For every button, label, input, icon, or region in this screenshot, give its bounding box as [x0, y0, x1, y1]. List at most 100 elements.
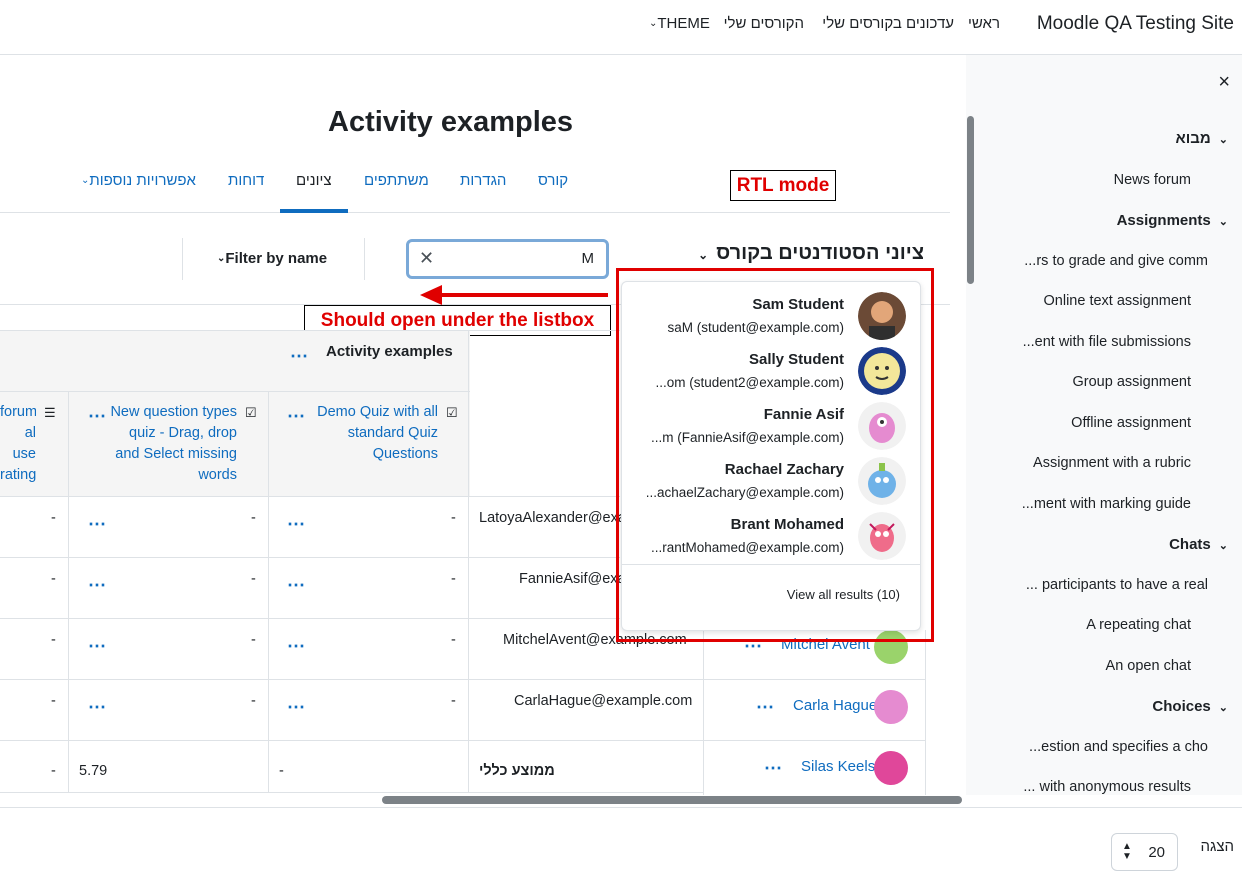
drawer-item-choice-1[interactable]: ...estion and specifies a cho	[1029, 739, 1208, 755]
grade-report-title: ציוני הסטודנטים בקורס	[716, 242, 924, 264]
toolbar-divider	[182, 238, 183, 280]
drawer-item-news[interactable]: News forum	[1114, 172, 1191, 188]
column-demo-quiz[interactable]: Demo Quiz with all standard Quiz Questio…	[302, 402, 438, 465]
tab-participants[interactable]: משתתפים	[364, 172, 429, 189]
rtl-mode-annotation: RTL mode	[730, 170, 836, 201]
section-choices[interactable]: Choices ⌄	[1152, 698, 1228, 715]
nav-course-updates[interactable]: עדכונים בקורסים שלי	[822, 15, 954, 32]
cell-actions-menu[interactable]: ⋯	[287, 636, 306, 657]
grade-cell[interactable]: -	[251, 632, 256, 648]
clear-icon[interactable]: ✕	[419, 248, 434, 269]
close-icon[interactable]: ×	[1218, 71, 1230, 94]
tab-more-label: אפשרויות נוספות	[89, 172, 196, 189]
section-intro-label: מבוא	[1175, 130, 1211, 147]
grade-cell[interactable]: -	[51, 693, 56, 709]
avatar	[874, 690, 908, 724]
cell-actions-menu[interactable]: ⋯	[88, 636, 107, 657]
user-name-link[interactable]: Carla Hague	[793, 697, 877, 714]
user-actions-menu[interactable]: ⋯	[756, 697, 775, 718]
grade-cell[interactable]: -	[451, 571, 456, 587]
cell-actions-menu[interactable]: ⋯	[287, 697, 306, 718]
cell-actions-menu[interactable]: ⋯	[287, 575, 306, 596]
nav-home[interactable]: ראשי	[968, 15, 1000, 32]
avatar	[874, 751, 908, 785]
tab-settings[interactable]: הגדרות	[460, 172, 506, 189]
toolbar-divider	[364, 238, 365, 280]
nav-my-courses[interactable]: הקורסים שלי	[724, 15, 804, 32]
tab-reports[interactable]: דוחות	[228, 172, 264, 189]
user-email: FannieAsif@exa	[519, 571, 626, 587]
user-email: CarlaHague@example.com	[514, 693, 693, 709]
grade-cell[interactable]: -	[451, 510, 456, 526]
grade-cell[interactable]: -	[451, 632, 456, 648]
nav-theme-menu[interactable]: ⌄THEME	[646, 15, 710, 32]
tab-grades[interactable]: ציונים	[296, 172, 332, 189]
report-footer	[0, 807, 1242, 887]
show-per-page-label: הצגה	[1200, 838, 1234, 855]
grade-cell[interactable]: -	[251, 693, 256, 709]
grade-cell[interactable]: -	[451, 693, 456, 709]
section-chats[interactable]: Chats ⌄	[1169, 536, 1228, 553]
table-border	[0, 557, 620, 558]
drawer-item-chat-3[interactable]: An open chat	[1106, 658, 1191, 674]
column-divider	[703, 630, 704, 795]
course-index-drawer: × מבוא ⌄ News forum Assignments ⌄ ...rs to…	[966, 55, 1242, 795]
column-forum-line-2: al use	[12, 425, 36, 462]
drawer-item-chat-1[interactable]: ... participants to have a real	[1026, 577, 1208, 593]
page-title: Activity examples	[328, 106, 574, 138]
drawer-item-assign-3[interactable]: ...ent with file submissions	[1023, 334, 1191, 350]
tab-more[interactable]: ⌄אפשרויות נוספות	[78, 172, 196, 189]
nav-theme-label: THEME	[657, 15, 710, 32]
drawer-item-assign-4[interactable]: Group assignment	[1073, 374, 1191, 390]
grade-cell[interactable]: -	[251, 571, 256, 587]
column-forum-line-3: rating	[0, 467, 36, 483]
column-actions-menu[interactable]: ⋯	[88, 406, 107, 427]
drawer-item-assign-1[interactable]: ...rs to grade and give comm	[1024, 253, 1208, 269]
drawer-item-choice-2[interactable]: ... with anonymous results	[1023, 779, 1191, 795]
annotation-arrow	[440, 293, 608, 297]
horizontal-scrollbar[interactable]	[382, 796, 962, 804]
column-divider	[268, 391, 269, 792]
chevron-down-icon: ⌄	[1218, 540, 1228, 552]
cell-actions-menu[interactable]: ⋯	[88, 514, 107, 535]
filter-by-name-label: Filter by name	[225, 250, 328, 267]
section-intro[interactable]: מבוא ⌄	[1176, 130, 1228, 147]
select-arrows-icon: ▲ ▼	[1122, 841, 1132, 862]
column-new-question-quiz[interactable]: New question types quiz - Drag, drop and…	[110, 402, 237, 486]
vertical-scrollbar[interactable]	[967, 116, 974, 284]
drawer-item-assign-7[interactable]: ...ment with marking guide	[1022, 496, 1191, 512]
grade-cell[interactable]: -	[51, 632, 56, 648]
filter-by-name-button[interactable]: ⌄Filter by name	[214, 250, 327, 267]
site-name[interactable]: Moodle QA Testing Site	[1037, 13, 1234, 35]
forum-icon: ☰	[44, 405, 56, 420]
section-assignments-label: Assignments	[1116, 212, 1211, 229]
cell-actions-menu[interactable]: ⋯	[88, 697, 107, 718]
user-search-input[interactable]: ✕ M	[406, 239, 609, 279]
drawer-item-chat-2[interactable]: A repeating chat	[1086, 617, 1191, 633]
drawer-item-assign-6[interactable]: Assignment with a rubric	[1033, 455, 1191, 471]
user-name-link[interactable]: Silas Keels	[801, 758, 875, 775]
grade-cell[interactable]: -	[51, 571, 56, 587]
section-assignments[interactable]: Assignments ⌄	[1117, 212, 1228, 229]
secondary-nav	[0, 212, 950, 213]
drawer-item-assign-2[interactable]: Online text assignment	[1044, 293, 1192, 309]
per-page-value: 20	[1148, 844, 1165, 861]
overall-average-label: ממוצע כללי	[479, 763, 555, 779]
tab-course[interactable]: קורס	[538, 172, 568, 189]
grade-cell[interactable]: -	[51, 510, 56, 526]
cell-actions-menu[interactable]: ⋯	[287, 514, 306, 535]
annotation-arrow-head	[420, 285, 442, 305]
grade-report-selector[interactable]: ציוני הסטודנטים בקורס ⌄	[698, 242, 924, 265]
quiz-icon: ☑	[446, 405, 458, 420]
grade-cell[interactable]: -	[251, 510, 256, 526]
column-forum[interactable]: forum al use rating	[0, 402, 36, 486]
per-page-select[interactable]: 20 ▲ ▼	[1111, 833, 1178, 871]
category-actions-menu[interactable]: ⋯	[290, 346, 309, 367]
top-navbar: Moodle QA Testing Site ראשי עדכונים בקור…	[0, 0, 1242, 55]
chevron-down-icon: ⌄	[698, 248, 709, 262]
user-actions-menu[interactable]: ⋯	[764, 758, 783, 779]
cell-actions-menu[interactable]: ⋯	[88, 575, 107, 596]
table-border	[0, 496, 620, 497]
overall-average-value: -	[51, 763, 56, 779]
drawer-item-assign-5[interactable]: Offline assignment	[1071, 415, 1191, 431]
